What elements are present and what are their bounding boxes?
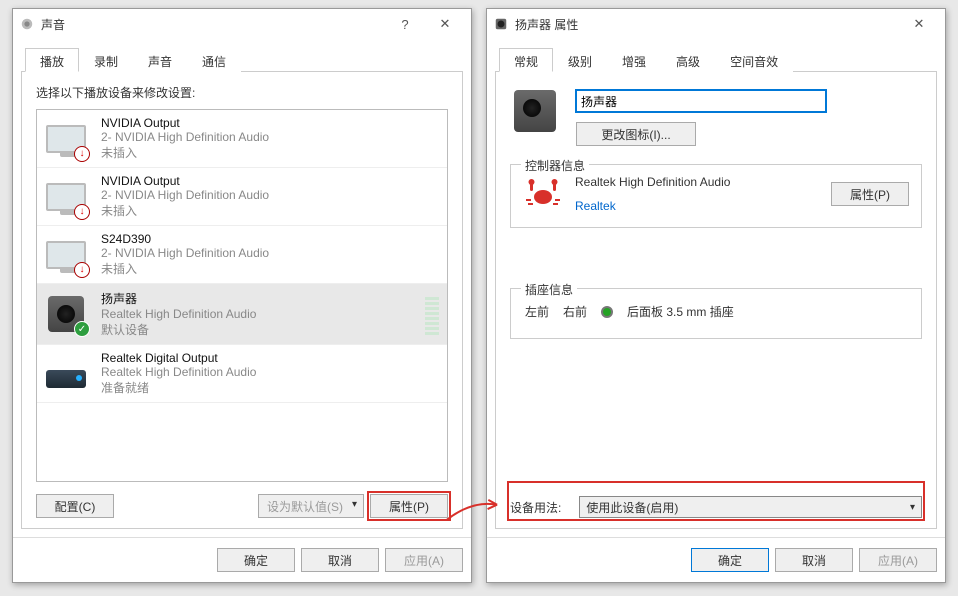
dialog-footer: 确定 取消 应用(A): [487, 537, 945, 582]
properties-button[interactable]: 属性(P): [370, 494, 448, 518]
tabs: 播放 录制 声音 通信: [21, 47, 463, 72]
help-button[interactable]: ?: [385, 11, 425, 37]
device-name: NVIDIA Output: [101, 116, 439, 130]
close-button[interactable]: ✕: [899, 11, 939, 37]
jack-right-label: 右前: [563, 303, 587, 320]
window-body: 播放 录制 声音 通信 选择以下播放设备来修改设置: ↓ NVIDIA Outp…: [13, 39, 471, 537]
device-sub: 2- NVIDIA High Definition Audio: [101, 130, 439, 144]
device-name: S24D390: [101, 232, 439, 246]
jack-left-label: 左前: [525, 303, 549, 320]
device-item-selected[interactable]: ✓ 扬声器 Realtek High Definition Audio 默认设备: [37, 284, 447, 345]
tab-spatial[interactable]: 空间音效: [715, 48, 793, 72]
apply-button[interactable]: 应用(A): [385, 548, 463, 572]
device-sub: Realtek High Definition Audio: [101, 365, 439, 379]
dialog-footer: 确定 取消 应用(A): [13, 537, 471, 582]
device-list[interactable]: ↓ NVIDIA Output 2- NVIDIA High Definitio…: [36, 109, 448, 482]
device-status: 未插入: [101, 144, 439, 161]
window-title: 扬声器 属性: [515, 16, 578, 33]
controller-legend: 控制器信息: [521, 157, 589, 174]
device-status: 准备就绪: [101, 379, 439, 396]
jack-dot-icon: [601, 306, 613, 318]
window-body: 常规 级别 增强 高级 空间音效 更改图标(I)... 控制器信息: [487, 39, 945, 537]
device-sub: 2- NVIDIA High Definition Audio: [101, 188, 439, 202]
speaker-small-icon: [493, 16, 509, 32]
cancel-button[interactable]: 取消: [301, 548, 379, 572]
close-button[interactable]: ✕: [425, 11, 465, 37]
device-item[interactable]: ↓ S24D390 2- NVIDIA High Definition Audi…: [37, 226, 447, 284]
device-name: Realtek Digital Output: [101, 351, 439, 365]
jack-legend: 插座信息: [521, 281, 577, 298]
device-item[interactable]: Realtek Digital Output Realtek High Defi…: [37, 345, 447, 403]
panel-buttons: 配置(C) 设为默认值(S) 属性(P): [36, 494, 448, 518]
controller-info-group: 控制器信息 Realtek High Definition Audio Real…: [510, 164, 922, 228]
amp-icon: [45, 354, 87, 394]
controller-properties-button[interactable]: 属性(P): [831, 182, 909, 206]
usage-value: 使用此设备(启用): [586, 499, 678, 516]
set-default-button[interactable]: 设为默认值(S): [258, 494, 364, 518]
apply-button[interactable]: 应用(A): [859, 548, 937, 572]
speaker-large-icon: [514, 90, 556, 132]
controller-vendor: Realtek: [575, 199, 819, 213]
device-sub: Realtek High Definition Audio: [101, 307, 419, 321]
device-header: 更改图标(I)...: [510, 84, 922, 156]
monitor-icon: ↓: [45, 235, 87, 275]
titlebar[interactable]: 声音 ? ✕: [13, 9, 471, 39]
titlebar[interactable]: 扬声器 属性 ✕: [487, 9, 945, 39]
sound-window: 声音 ? ✕ 播放 录制 声音 通信 选择以下播放设备来修改设置: ↓ NVID…: [12, 8, 472, 583]
tab-advanced[interactable]: 高级: [661, 48, 715, 72]
device-usage-select[interactable]: 使用此设备(启用) ▾: [579, 496, 922, 518]
window-title: 声音: [41, 16, 65, 33]
device-status: 默认设备: [101, 321, 419, 338]
sound-icon: [19, 16, 35, 32]
device-status: 未插入: [101, 260, 439, 277]
realtek-crab-icon: [523, 176, 563, 212]
level-meter: [425, 293, 439, 335]
jack-info-group: 插座信息 左前 右前 后面板 3.5 mm 插座: [510, 288, 922, 339]
device-name: NVIDIA Output: [101, 174, 439, 188]
tab-playback[interactable]: 播放: [25, 48, 79, 72]
device-usage-row: 设备用法: 使用此设备(启用) ▾: [510, 484, 922, 518]
tab-panel: 选择以下播放设备来修改设置: ↓ NVIDIA Output 2- NVIDIA…: [21, 72, 463, 529]
tab-recording[interactable]: 录制: [79, 48, 133, 72]
cancel-button[interactable]: 取消: [775, 548, 853, 572]
usage-label: 设备用法:: [510, 499, 561, 516]
instruction-text: 选择以下播放设备来修改设置:: [36, 84, 448, 101]
speaker-icon: ✓: [45, 294, 87, 334]
device-item[interactable]: ↓ NVIDIA Output 2- NVIDIA High Definitio…: [37, 168, 447, 226]
monitor-icon: ↓: [45, 119, 87, 159]
chevron-down-icon: ▾: [910, 502, 915, 513]
tab-enhancements[interactable]: 增强: [607, 48, 661, 72]
device-name-input[interactable]: [576, 90, 826, 112]
ok-button[interactable]: 确定: [217, 548, 295, 572]
controller-name: Realtek High Definition Audio: [575, 175, 819, 189]
device-status: 未插入: [101, 202, 439, 219]
device-item[interactable]: ↓ NVIDIA Output 2- NVIDIA High Definitio…: [37, 110, 447, 168]
tab-sounds[interactable]: 声音: [133, 48, 187, 72]
ok-button[interactable]: 确定: [691, 548, 769, 572]
speaker-properties-window: 扬声器 属性 ✕ 常规 级别 增强 高级 空间音效 更改图标(I)... 控制器…: [486, 8, 946, 583]
tab-panel: 更改图标(I)... 控制器信息 Realtek High Definition…: [495, 72, 937, 529]
device-name: 扬声器: [101, 290, 419, 307]
monitor-icon: ↓: [45, 177, 87, 217]
tab-communications[interactable]: 通信: [187, 48, 241, 72]
jack-description: 后面板 3.5 mm 插座: [627, 303, 734, 320]
configure-button[interactable]: 配置(C): [36, 494, 114, 518]
tab-levels[interactable]: 级别: [553, 48, 607, 72]
device-sub: 2- NVIDIA High Definition Audio: [101, 246, 439, 260]
tabs: 常规 级别 增强 高级 空间音效: [495, 47, 937, 72]
tab-general[interactable]: 常规: [499, 48, 553, 72]
change-icon-button[interactable]: 更改图标(I)...: [576, 122, 696, 146]
